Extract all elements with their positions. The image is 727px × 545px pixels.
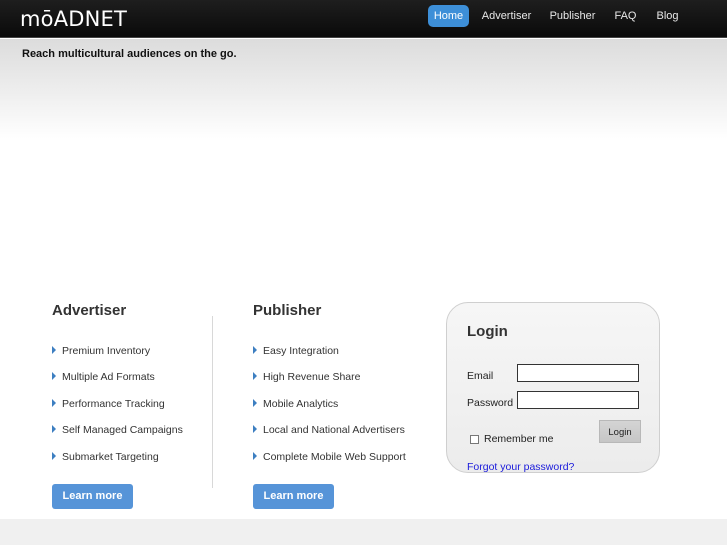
email-field[interactable] <box>517 364 639 382</box>
publisher-learn-more-button[interactable]: Learn more <box>253 484 334 509</box>
bullet-triangle-icon <box>253 452 257 460</box>
feature-label: Multiple Ad Formats <box>62 371 155 383</box>
footer-band <box>0 519 727 545</box>
password-field[interactable] <box>517 391 639 409</box>
bullet-triangle-icon <box>52 399 56 407</box>
bullet-triangle-icon <box>253 399 257 407</box>
bullet-triangle-icon <box>52 346 56 354</box>
feature-label: Complete Mobile Web Support <box>263 451 406 463</box>
feature-label: Premium Inventory <box>62 345 151 357</box>
advertiser-feature: Self Managed Campaigns <box>52 423 183 437</box>
advertiser-feature: Performance Tracking <box>52 397 165 411</box>
site-logo[interactable]: mōADNET <box>20 6 127 32</box>
nav-advertiser[interactable]: Advertiser <box>478 5 535 27</box>
password-label: Password <box>467 397 514 409</box>
publisher-feature: High Revenue Share <box>253 370 360 384</box>
feature-label: Easy Integration <box>263 345 339 357</box>
nav-blog[interactable]: Blog <box>651 5 684 27</box>
bullet-triangle-icon <box>253 372 257 380</box>
top-navbar: mōADNET Home Advertiser Publisher FAQ Bl… <box>0 0 727 38</box>
advertiser-feature: Multiple Ad Formats <box>52 370 155 384</box>
column-divider <box>212 316 213 488</box>
publisher-feature: Complete Mobile Web Support <box>253 450 406 464</box>
bullet-triangle-icon <box>52 425 56 433</box>
login-button[interactable]: Login <box>599 420 641 443</box>
nav-publisher[interactable]: Publisher <box>545 5 600 27</box>
feature-label: Submarket Targeting <box>62 451 159 463</box>
advertiser-learn-more-button[interactable]: Learn more <box>52 484 133 509</box>
feature-label: Local and National Advertisers <box>263 424 405 436</box>
publisher-feature: Easy Integration <box>253 344 339 358</box>
remember-me-checkbox[interactable] <box>470 435 479 444</box>
publisher-heading: Publisher <box>253 302 322 319</box>
hero-tagline: Reach multicultural audiences on the go. <box>22 48 237 60</box>
remember-me-label[interactable]: Remember me <box>484 433 553 445</box>
email-label: Email <box>467 370 494 382</box>
nav-home[interactable]: Home <box>428 5 469 27</box>
feature-label: Performance Tracking <box>62 398 165 410</box>
feature-label: High Revenue Share <box>263 371 361 383</box>
publisher-feature: Mobile Analytics <box>253 397 338 411</box>
advertiser-feature: Submarket Targeting <box>52 450 159 464</box>
publisher-feature: Local and National Advertisers <box>253 423 405 437</box>
bullet-triangle-icon <box>52 372 56 380</box>
forgot-password-link[interactable]: Forgot your password? <box>467 461 574 473</box>
advertiser-heading: Advertiser <box>52 302 127 319</box>
bullet-triangle-icon <box>253 425 257 433</box>
feature-label: Mobile Analytics <box>263 398 339 410</box>
login-title: Login <box>467 323 508 340</box>
bullet-triangle-icon <box>52 452 56 460</box>
bullet-triangle-icon <box>253 346 257 354</box>
feature-label: Self Managed Campaigns <box>62 424 183 436</box>
nav-faq[interactable]: FAQ <box>610 5 641 27</box>
advertiser-feature: Premium Inventory <box>52 344 150 358</box>
